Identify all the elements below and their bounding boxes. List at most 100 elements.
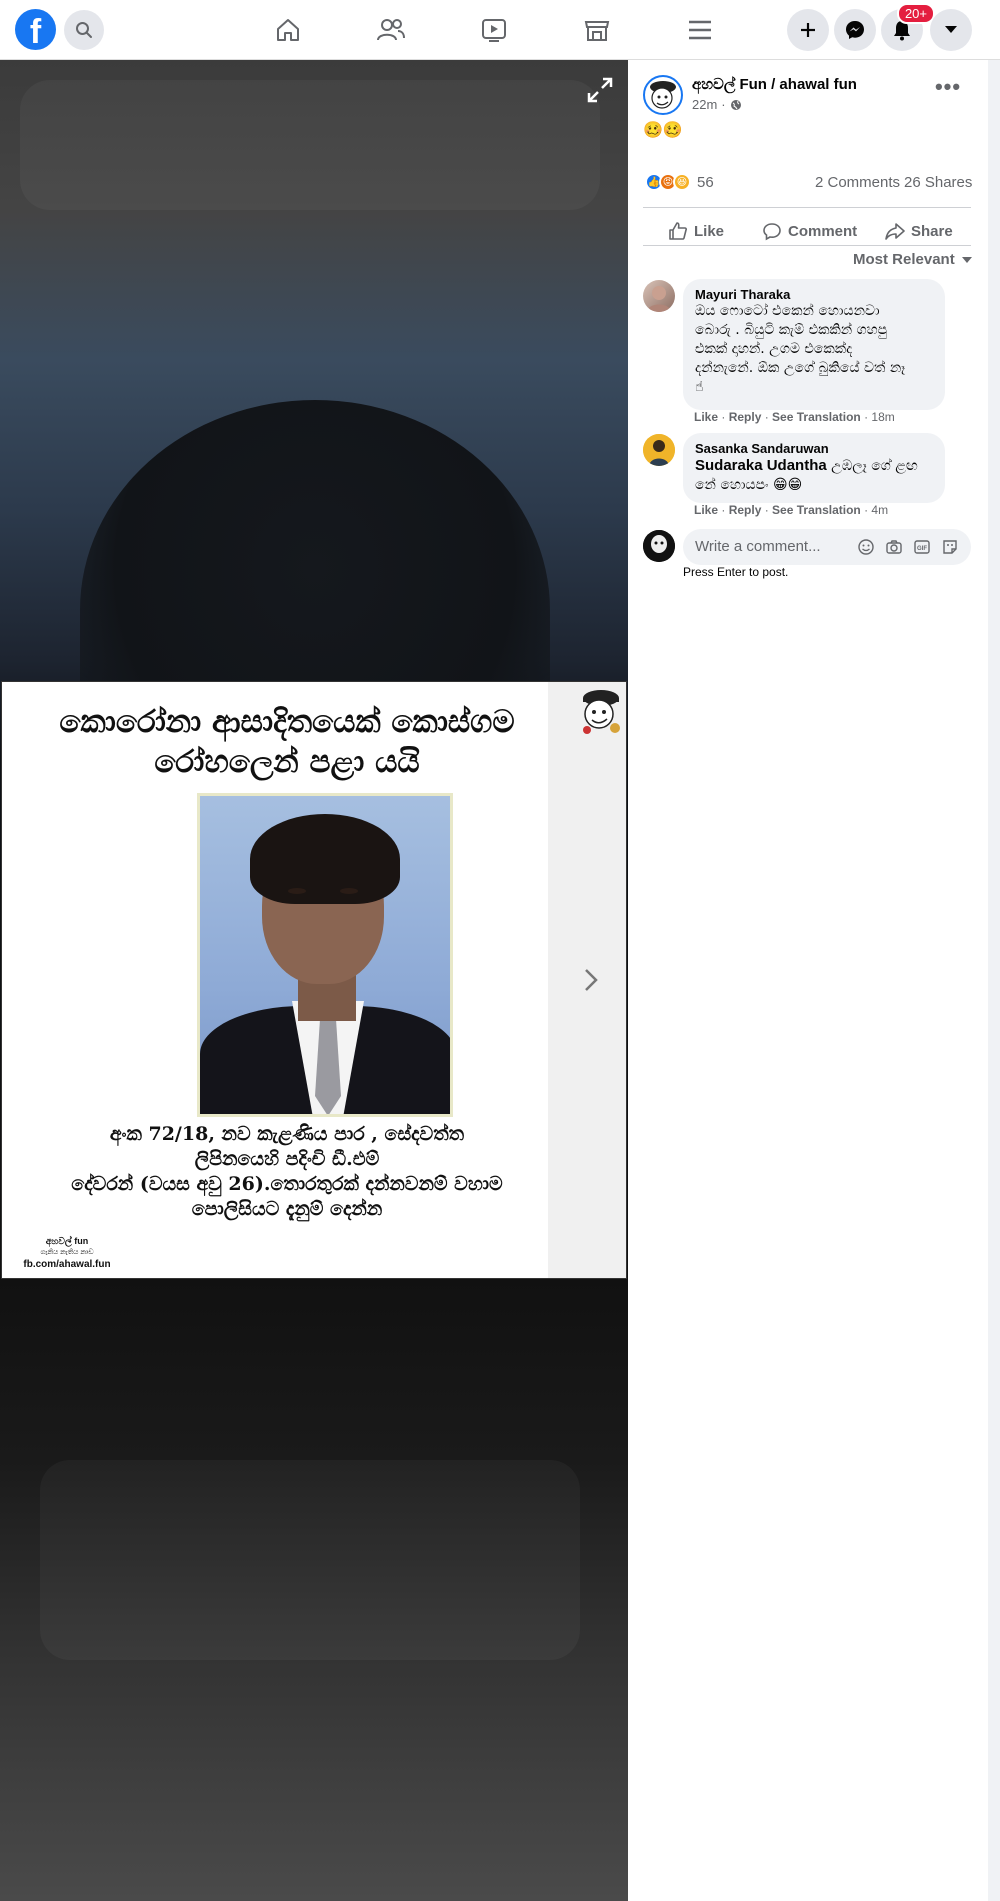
home-icon [277, 19, 299, 41]
post-details-panel: අහවල් Fun / ahawal fun 22m · ••• 🥴🥴 👍 😡 … [628, 60, 1000, 1901]
comment-actions: Like · Reply · See Translation · 4m [694, 503, 889, 517]
commenter-avatar[interactable] [643, 434, 675, 466]
search-button[interactable] [64, 10, 104, 50]
next-photo-arrow-icon[interactable] [570, 960, 610, 1000]
notifications-button[interactable]: 20+ [881, 3, 935, 51]
page-avatar[interactable] [643, 75, 683, 115]
shares-count[interactable]: 26 Shares [904, 174, 972, 191]
expand-icon[interactable] [586, 76, 614, 104]
poster-headline-line-2: රෝහලෙන් පළා යයි [154, 744, 420, 780]
gif-icon[interactable]: GIF [913, 538, 931, 556]
comment-line: බොරු . බියුටි කැම් එකකින් ගහපු [695, 322, 888, 338]
account-menu-button[interactable] [930, 9, 972, 51]
comment-icon [763, 223, 781, 241]
comment-bubble: Mayuri Tharaka ඔය ෆොටෝ එකෙන් හොයනවා බොරු… [683, 279, 945, 410]
watch-icon [482, 19, 506, 42]
comment-text: Sudaraka Udantha උඹලෑ ගේ ළඟ නේ හොයපං 😁😁 [695, 456, 933, 495]
post-author-name[interactable]: අහවල් Fun / ahawal fun [692, 76, 857, 93]
comment-composer: GIF [683, 529, 971, 565]
comments-count[interactable]: 2 Comments [815, 174, 900, 191]
poster-body-line-3: දේවරන් (වයස අවු 26).තොරතුරක් දන්නවනම් වහ… [71, 1173, 503, 1195]
comment-bubble: Sasanka Sandaruwan Sudaraka Udantha උඹලෑ… [683, 433, 945, 503]
poster-headline-line-1: කොරෝනා ආසාදිතයෙක් කොස්ගම [59, 704, 515, 740]
like-button-label: Like [694, 222, 725, 240]
thumbs-up-icon [669, 222, 687, 240]
plus-icon [801, 23, 815, 37]
current-user-avatar[interactable] [643, 530, 675, 562]
reactions-summary[interactable]: 👍 😡 😆 56 [645, 173, 714, 191]
see-translation-link[interactable]: See Translation [772, 410, 861, 424]
nav-watch[interactable] [474, 10, 514, 50]
photo-viewer: කොරෝනා ආසාදිතයෙක් කොස්ගම රෝහලෙන් පළා යයි… [0, 60, 628, 1901]
nav-marketplace[interactable] [577, 10, 617, 50]
top-navigation-bar: f 20+ [0, 0, 1000, 60]
search-icon [76, 22, 92, 38]
chevron-down-icon [945, 26, 957, 33]
comment-line: දන්නැනේ. ඕක උගේ බුකියේ වත් නෑ [695, 360, 906, 376]
person-photo [197, 793, 453, 1117]
comment-button-label: Comment [788, 222, 858, 240]
messenger-icon [846, 21, 864, 39]
commenter-avatar[interactable] [643, 280, 675, 312]
globe-icon[interactable] [730, 99, 742, 111]
marketplace-icon [584, 21, 610, 41]
poster-body-text: අංක 72/18, නව කැළණිය පාර , සේදවත්ත ලිපින… [2, 1122, 572, 1222]
messenger-button[interactable] [834, 9, 876, 51]
camera-icon[interactable] [885, 538, 903, 556]
post-time[interactable]: 22m [692, 97, 717, 112]
mention-link[interactable]: Sudaraka Udantha [695, 457, 827, 474]
comment-line: එකක් දාහන්. උගම එකෙක්ද [695, 341, 853, 357]
comment-like-link[interactable]: Like [694, 410, 718, 424]
nav-friends[interactable] [371, 10, 411, 50]
commenter-name[interactable]: Mayuri Tharaka [695, 287, 933, 302]
blurred-background [20, 80, 600, 210]
reaction-count: 56 [697, 173, 714, 191]
divider [643, 245, 971, 246]
poster-footer-tagline: ගැනිය නැතිය නාඩ [40, 1249, 94, 1256]
caret-down-icon [961, 256, 972, 263]
create-button[interactable] [787, 9, 829, 51]
poster-footer-url: fb.com/ahawal.fun [23, 1259, 111, 1270]
poster-body-line-4: පොලිසියට දැනුම් දෙන්න [191, 1198, 383, 1220]
sticker-icon[interactable] [941, 538, 959, 556]
poster-footer-brand: අහවල් fun [45, 1236, 89, 1246]
like-button[interactable]: Like [668, 213, 724, 249]
facebook-logo[interactable]: f [15, 9, 56, 51]
blurred-background-lower [40, 1460, 580, 1660]
friends-icon [377, 19, 405, 41]
divider [643, 207, 971, 208]
comment-time[interactable]: 4m [871, 503, 888, 517]
svg-text:GIF: GIF [917, 546, 927, 552]
nav-menu[interactable] [680, 10, 720, 50]
comment-reply-link[interactable]: Reply [729, 410, 762, 424]
poster-body-line-1: අංක 72/18, නව කැළණිය පාර , සේදවත්ත [109, 1123, 465, 1145]
share-icon [885, 223, 905, 240]
comment-time[interactable]: 18m [871, 410, 894, 424]
composer-hint: Press Enter to post. [683, 565, 789, 579]
commenter-name[interactable]: Sasanka Sandaruwan [695, 441, 933, 456]
share-button-label: Share [911, 222, 953, 240]
comment-sort-dropdown[interactable]: Most Relevant [853, 251, 973, 268]
comment-button[interactable]: Comment [762, 213, 857, 249]
comment-line: ඔය ෆොටෝ එකෙන් හොයනවා [695, 303, 880, 319]
nav-home[interactable] [268, 10, 308, 50]
comment-line: නේ හොයපං 😁😁 [695, 477, 803, 493]
post-options-button[interactable]: ••• [930, 76, 966, 104]
dot-separator: · [721, 97, 726, 112]
comment-reply-link[interactable]: Reply [729, 503, 762, 517]
menu-icon [689, 20, 711, 40]
comment-like-link[interactable]: Like [694, 503, 718, 517]
emoji-icon[interactable] [857, 538, 875, 556]
comment-line: උඹලෑ ගේ ළඟ [826, 458, 918, 474]
post-text: 🥴🥴 [643, 122, 683, 139]
mascot-logo [583, 690, 620, 734]
haha-reaction-icon: 😆 [673, 173, 691, 191]
comment-actions: Like · Reply · See Translation · 18m [694, 410, 895, 424]
post-meta: 22m · [692, 97, 742, 112]
poster-body-line-2: ලිපිනයෙහි පදිංචි ඩී.එම් [194, 1148, 380, 1170]
share-button[interactable]: Share [885, 213, 953, 249]
poster-footer: අහවල් fun ගැනිය නැතිය නාඩ fb.com/ahawal.… [12, 1235, 122, 1271]
see-translation-link[interactable]: See Translation [772, 503, 861, 517]
comment-input[interactable] [695, 538, 845, 555]
comment-text: ඔය ෆොටෝ එකෙන් හොයනවා බොරු . බියුටි කැම් … [695, 302, 933, 397]
